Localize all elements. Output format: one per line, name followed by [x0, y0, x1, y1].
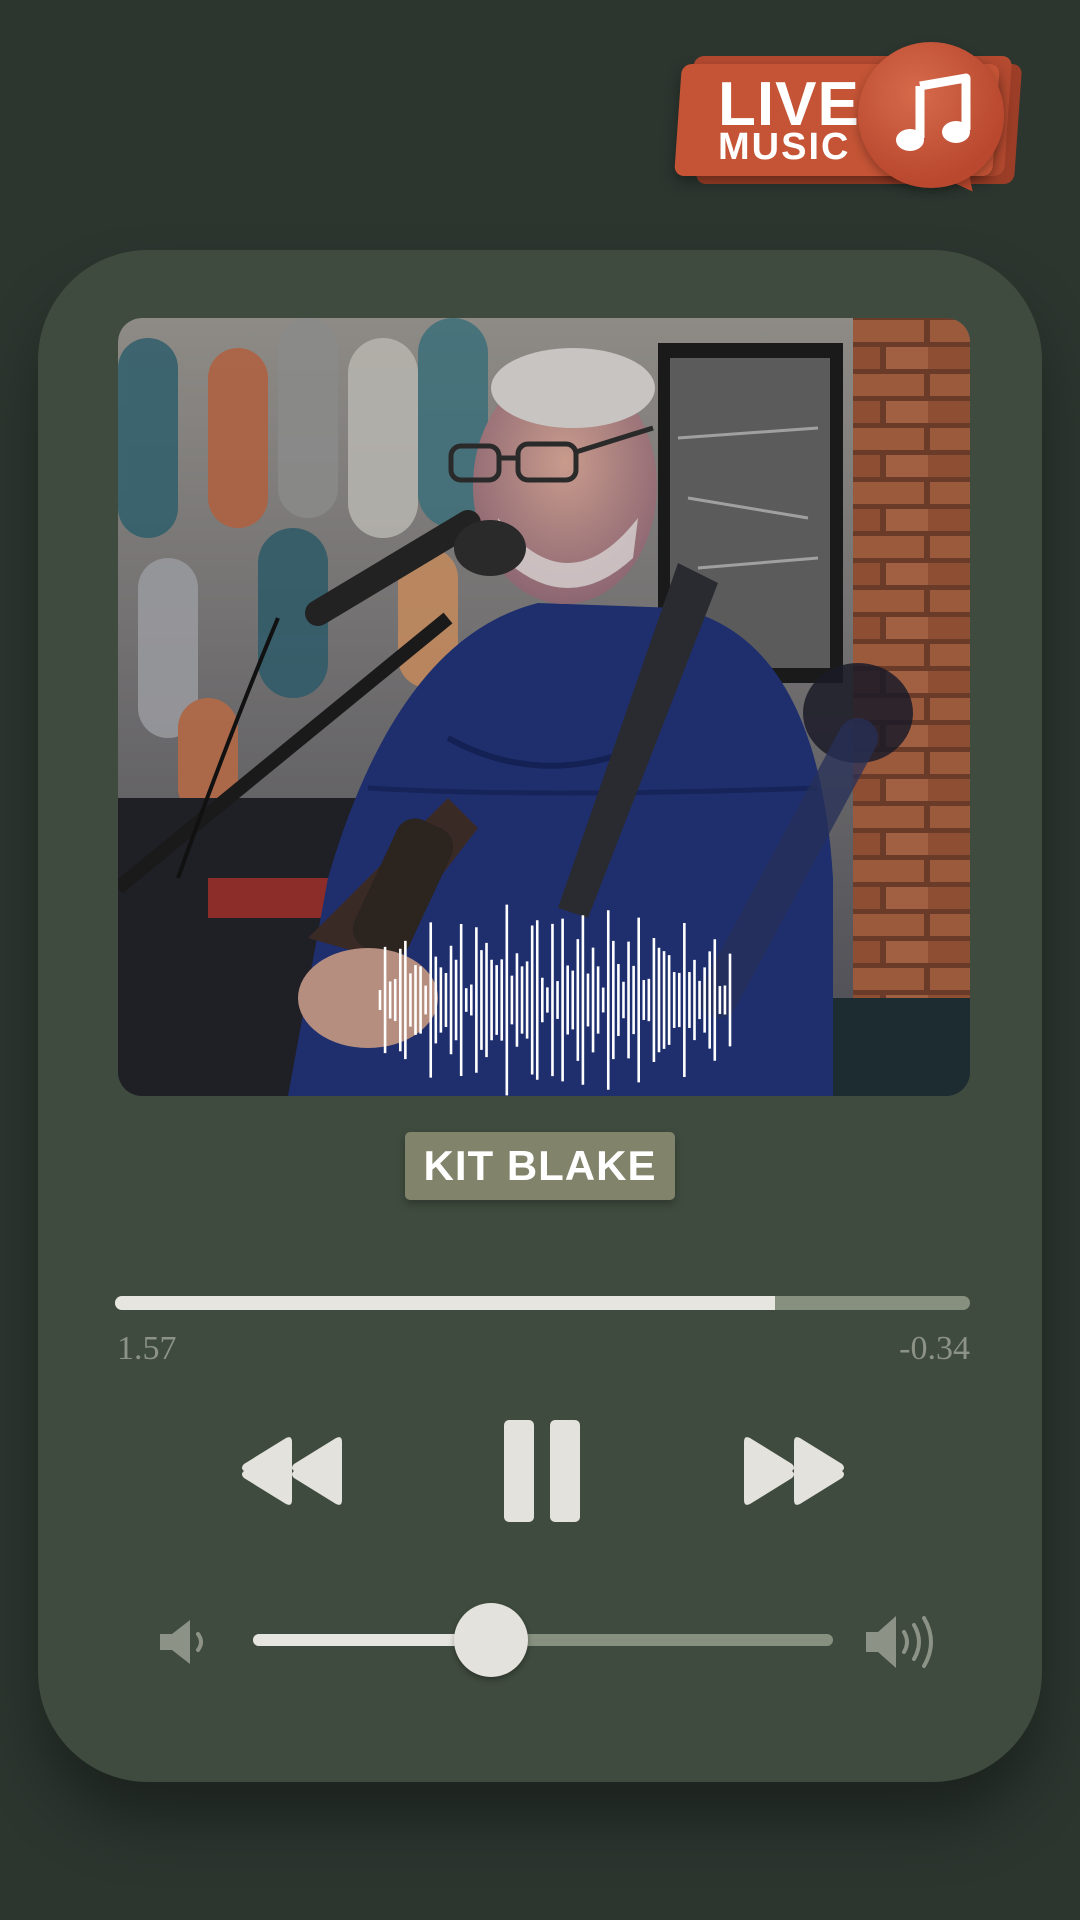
volume-slider[interactable] [253, 1603, 833, 1677]
badge-line-2: MUSIC [718, 126, 851, 169]
audio-waveform [378, 904, 732, 1096]
live-music-badge: LIVE MUSIC [674, 38, 1056, 208]
pause-icon[interactable] [504, 1420, 580, 1522]
progress-fill [115, 1296, 776, 1310]
artist-name: KIT BLAKE [405, 1132, 675, 1200]
badge-line-1: LIVE [718, 70, 860, 139]
progress-bar[interactable] [115, 1296, 970, 1310]
music-note-icon [896, 73, 971, 151]
performer-photo [118, 318, 970, 1096]
elapsed-time: 1.57 [117, 1330, 177, 1367]
rewind-icon[interactable] [236, 1436, 346, 1506]
volume-high-icon[interactable] [864, 1612, 940, 1672]
remaining-time: -0.34 [899, 1330, 970, 1367]
volume-thumb[interactable] [453, 1603, 528, 1677]
fast-forward-icon[interactable] [740, 1436, 850, 1506]
volume-low-icon[interactable] [158, 1618, 212, 1666]
live-music-label: LIVE MUSIC [718, 70, 860, 169]
